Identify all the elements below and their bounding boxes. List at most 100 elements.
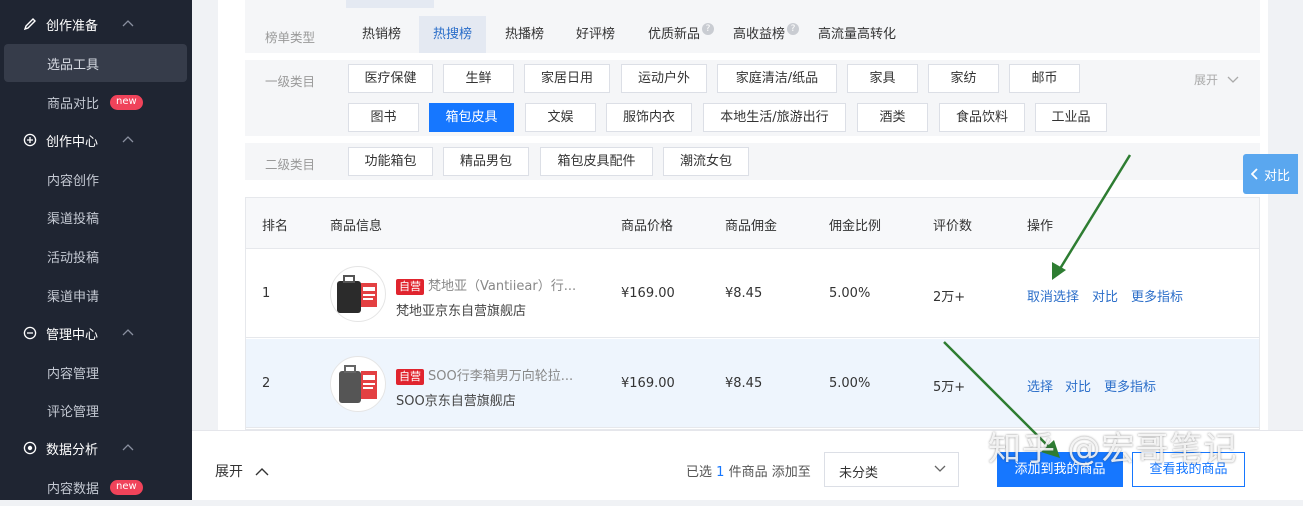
category-chip[interactable]: 图书	[348, 103, 419, 132]
category-select[interactable]: 未分类	[824, 452, 959, 487]
product-title[interactable]: 自营 SOO行李箱男万向轮拉...	[396, 365, 573, 385]
tab-high-revenue[interactable]: 高收益榜?	[719, 16, 813, 53]
sidebar-item-label: 选品工具	[47, 57, 100, 73]
bottom-expand-toggle[interactable]: 展开	[215, 461, 269, 481]
ranking-label: 榜单类型	[265, 30, 316, 45]
sidebar-item-label: 内容数据	[47, 481, 100, 497]
selected-summary: 已选 1 件商品 添加至	[686, 461, 811, 480]
sidebar-item-product-tool[interactable]: 选品工具	[4, 44, 187, 82]
sidebar-item-product-compare[interactable]: 商品对比 new	[4, 83, 187, 121]
category-chip[interactable]: 食品饮料	[939, 103, 1025, 132]
category-select-value: 未分类	[839, 466, 879, 481]
column-header-ratio: 佣金比例	[829, 219, 882, 234]
category-chip[interactable]: 家居日用	[524, 64, 610, 93]
sidebar-item-channel-apply[interactable]: 渠道申请	[4, 276, 187, 314]
level2-filter-row: 二级类目 功能箱包 精品男包 箱包皮具配件 潮流女包	[245, 143, 1260, 180]
more-metrics-link[interactable]: 更多指标	[1131, 286, 1183, 305]
sidebar-item-content-manage[interactable]: 内容管理	[4, 353, 187, 391]
product-title-text: 梵地亚（Vantiiear）行...	[428, 279, 577, 294]
category-chip[interactable]: 本地生活/旅游出行	[703, 103, 846, 132]
subcategory-chip[interactable]: 精品男包	[443, 147, 529, 176]
subcategory-chip[interactable]: 潮流女包	[663, 147, 749, 176]
self-operated-tag: 自营	[396, 369, 424, 385]
compare-link[interactable]: 对比	[1065, 376, 1091, 395]
sidebar-item-label: 内容创作	[47, 173, 100, 189]
price-cell: ¥169.00	[621, 376, 675, 391]
cancel-select-link[interactable]: 取消选择	[1027, 286, 1079, 305]
category-chip[interactable]: 家具	[847, 64, 918, 93]
category-chip[interactable]: 邮币	[1009, 64, 1080, 93]
sidebar-group-label: 数据分析	[46, 442, 99, 458]
watermark: 知乎 @宏哥笔记	[988, 429, 1238, 468]
ratio-cell: 5.00%	[829, 286, 871, 301]
sidebar-group-management[interactable]: 管理中心	[0, 314, 192, 352]
product-title-text: SOO行李箱男万向轮拉...	[428, 369, 574, 384]
category-chip[interactable]: 工业品	[1035, 103, 1107, 132]
sidebar-item-channel-submit[interactable]: 渠道投稿	[4, 198, 187, 236]
selected-prefix: 已选	[686, 465, 713, 480]
expand-label: 展开	[215, 464, 243, 480]
selected-count: 1	[716, 465, 725, 480]
new-badge: new	[110, 479, 143, 495]
chevron-up-icon	[122, 444, 134, 451]
subcategory-chip[interactable]: 功能箱包	[348, 147, 433, 176]
tab-quality-new[interactable]: 优质新品?	[634, 16, 728, 53]
sidebar-item-activity-submit[interactable]: 活动投稿	[4, 237, 187, 275]
help-icon[interactable]: ?	[787, 23, 800, 35]
compare-link[interactable]: 对比	[1092, 286, 1118, 305]
chevron-down-icon	[934, 465, 946, 472]
sidebar-item-label: 渠道申请	[47, 289, 100, 305]
sidebar-item-content-data[interactable]: 内容数据 new	[4, 468, 187, 506]
product-title[interactable]: 自营 梵地亚（Vantiiear）行...	[396, 275, 576, 295]
compare-tab-label: 对比	[1263, 168, 1290, 184]
target-icon	[22, 440, 38, 456]
sidebar-item-comment-manage[interactable]: 评论管理	[4, 391, 187, 429]
product-thumbnail[interactable]	[330, 266, 386, 322]
tab-hot-search[interactable]: 热搜榜	[419, 16, 487, 53]
tab-high-traffic[interactable]: 高流量高转化	[804, 16, 910, 53]
shop-name[interactable]: 梵地亚京东自营旗舰店	[396, 300, 526, 319]
category-chip[interactable]: 生鲜	[443, 64, 514, 93]
sidebar-group-prepare[interactable]: 创作准备	[0, 5, 192, 43]
expand-link[interactable]: 展开	[1194, 71, 1239, 88]
select-link[interactable]: 选择	[1027, 376, 1053, 395]
reviews-cell: 2万+	[933, 290, 966, 305]
plus-circle-icon	[22, 132, 38, 148]
sidebar-group-analytics[interactable]: 数据分析	[0, 429, 192, 467]
tab-hot-sale[interactable]: 热销榜	[348, 16, 415, 53]
category-chip[interactable]: 运动户外	[621, 64, 707, 93]
sidebar-item-label: 内容管理	[47, 366, 100, 382]
tab-label: 热播榜	[505, 27, 545, 42]
ranking-filter-row: 榜单类型 热销榜 热搜榜 热播榜 好评榜 优质新品? 高收益榜? 高流量高转化	[245, 0, 1260, 53]
chevron-up-icon	[122, 20, 134, 27]
shop-name[interactable]: SOO京东自营旗舰店	[396, 390, 516, 409]
sidebar-group-label: 创作中心	[46, 134, 99, 150]
category-chip[interactable]: 家庭清洁/纸品	[717, 64, 837, 93]
tab-good-review[interactable]: 好评榜	[562, 16, 629, 53]
chevron-up-icon	[255, 468, 269, 476]
product-thumbnail[interactable]	[330, 356, 386, 412]
sidebar-item-label: 商品对比	[47, 96, 100, 112]
category-chip[interactable]: 服饰内衣	[606, 103, 692, 132]
category-chip[interactable]: 文娱	[525, 103, 596, 132]
column-header-rank: 排名	[262, 219, 289, 234]
sidebar: 创作准备 选品工具 商品对比 new 创作中心 内容创作 渠道投稿 活动投稿 渠道…	[0, 0, 192, 500]
level2-label: 二级类目	[265, 157, 316, 172]
new-badge: new	[110, 94, 143, 110]
rank-cell: 1	[262, 286, 271, 301]
category-chip[interactable]: 医疗保健	[348, 64, 433, 93]
reviews-cell: 5万+	[933, 380, 966, 395]
sidebar-item-label: 活动投稿	[47, 250, 100, 266]
category-chip[interactable]: 酒类	[857, 103, 928, 132]
category-chip-active[interactable]: 箱包皮具	[429, 103, 514, 132]
sidebar-item-content-create[interactable]: 内容创作	[4, 160, 187, 198]
more-metrics-link[interactable]: 更多指标	[1104, 376, 1156, 395]
help-icon[interactable]: ?	[702, 23, 715, 35]
commission-cell: ¥8.45	[725, 376, 763, 391]
category-chip[interactable]: 家纺	[928, 64, 999, 93]
tab-hot-play[interactable]: 热播榜	[491, 16, 558, 53]
tab-label: 热搜榜	[433, 27, 473, 42]
subcategory-chip[interactable]: 箱包皮具配件	[540, 147, 653, 176]
compare-floating-tab[interactable]: 对比	[1243, 154, 1298, 194]
sidebar-group-creation[interactable]: 创作中心	[0, 121, 192, 159]
